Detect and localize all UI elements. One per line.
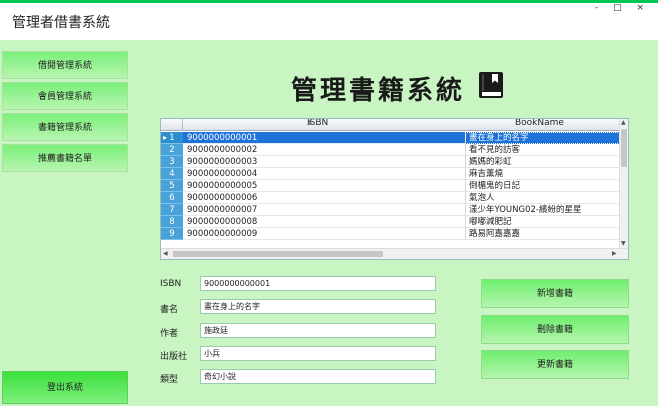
book-name-cell[interactable]: 媽媽的彩虹 — [465, 156, 620, 168]
table-row[interactable]: 5 9000000000005 倒楣鬼的日記 — [161, 180, 624, 192]
app-title: 管理者借書系統 — [12, 15, 110, 31]
book-name-cell[interactable]: 畫在身上的名字 — [465, 132, 620, 144]
sidebar: 借閱管理系統 會員管理系統 書籍管理系統 推薦書籍名單 登出系統 — [0, 40, 131, 406]
author-field[interactable] — [200, 323, 436, 338]
sidebar-item-members[interactable]: 會員管理系統 — [2, 82, 128, 110]
table-row[interactable]: 2 9000000000002 看不見的訪客 — [161, 144, 624, 156]
row-header[interactable]: 4 — [161, 168, 183, 180]
update-book-button[interactable]: 更新書籍 — [481, 350, 629, 379]
book-name-cell[interactable]: 嘟嘟減肥記 — [465, 216, 620, 228]
horizontal-scroll-thumb[interactable] — [173, 251, 383, 257]
sidebar-item-borrow[interactable]: 借閱管理系統 — [2, 51, 128, 79]
scroll-up-icon[interactable]: ▲ — [621, 119, 626, 126]
type-label: 類型 — [160, 375, 179, 385]
current-row-indicator-icon: ▸ — [163, 133, 168, 142]
main-area: 借閱管理系統 會員管理系統 書籍管理系統 推薦書籍名單 登出系統 管理書籍系統 … — [0, 40, 658, 406]
title-bar: 管理者借書系統 - □ × — [0, 3, 658, 40]
scroll-left-icon[interactable]: ◀ — [163, 250, 168, 257]
scroll-down-icon[interactable]: ▼ — [621, 240, 626, 247]
page-title: 管理書籍系統 — [291, 76, 466, 106]
window-controls[interactable]: - □ × — [595, 3, 650, 13]
book-name-cell[interactable]: 漾少年YOUNG02-繽紛的星星 — [465, 204, 620, 216]
table-row[interactable]: 6 9000000000006 氣泡人 — [161, 192, 624, 204]
books-grid[interactable]: ISBN ▲ BookName 1 9000000000001 畫在身上的名字 ▸ 2 9… — [160, 118, 629, 260]
publisher-field[interactable] — [200, 346, 436, 361]
table-row[interactable]: 3 9000000000003 媽媽的彩虹 — [161, 156, 624, 168]
vertical-scroll-thumb[interactable] — [621, 129, 627, 167]
table-row[interactable]: 1 9000000000001 畫在身上的名字 ▸ — [161, 132, 624, 144]
book-name-cell[interactable]: 倒楣鬼的日記 — [465, 180, 620, 192]
publisher-label: 出版社 — [160, 352, 188, 362]
isbn-field[interactable] — [200, 276, 436, 291]
table-row[interactable]: 7 9000000000007 漾少年YOUNG02-繽紛的星星 — [161, 204, 624, 216]
table-row[interactable]: 4 9000000000004 麻吉薰燒 — [161, 168, 624, 180]
grid-horizontal-scrollbar[interactable]: ◀ ▶ — [161, 248, 628, 259]
add-book-button[interactable]: 新增書籍 — [481, 279, 629, 308]
book-name-cell[interactable]: 看不見的訪客 — [465, 144, 620, 156]
grid-header: ISBN ▲ BookName — [161, 118, 628, 131]
sidebar-item-recommend[interactable]: 推薦書籍名單 — [2, 144, 128, 172]
row-header[interactable]: 9 — [161, 228, 183, 240]
sort-ascending-icon: ▲ — [307, 118, 313, 126]
type-field[interactable] — [200, 369, 436, 384]
delete-book-button[interactable]: 刪除書籍 — [481, 315, 629, 344]
row-header[interactable]: 2 — [161, 144, 183, 156]
logout-button[interactable]: 登出系統 — [2, 371, 128, 404]
table-row[interactable]: 9 9000000000009 路易阿嘉嘉嘉 — [161, 228, 624, 240]
row-header[interactable]: 7 — [161, 204, 183, 216]
table-row[interactable]: 8 9000000000008 嘟嘟減肥記 — [161, 216, 624, 228]
book-name-label: 書名 — [160, 305, 179, 315]
sidebar-item-books[interactable]: 書籍管理系統 — [2, 113, 128, 141]
column-header-bookname[interactable]: BookName — [515, 119, 564, 128]
row-header[interactable]: 6 — [161, 192, 183, 204]
row-header[interactable]: 3 — [161, 156, 183, 168]
grid-vertical-scrollbar[interactable]: ▲ ▼ — [619, 119, 628, 249]
author-label: 作者 — [160, 329, 179, 339]
book-name-cell[interactable]: 路易阿嘉嘉嘉 — [465, 228, 620, 240]
isbn-label: ISBN — [160, 279, 182, 289]
row-header[interactable]: 8 — [161, 216, 183, 228]
book-name-cell[interactable]: 麻吉薰燒 — [465, 168, 620, 180]
grid-corner — [161, 119, 183, 131]
book-name-field[interactable] — [200, 299, 436, 314]
book-icon — [479, 72, 503, 98]
row-header[interactable]: 5 — [161, 180, 183, 192]
scroll-right-icon[interactable]: ▶ — [612, 250, 617, 257]
book-name-cell[interactable]: 氣泡人 — [465, 192, 620, 204]
